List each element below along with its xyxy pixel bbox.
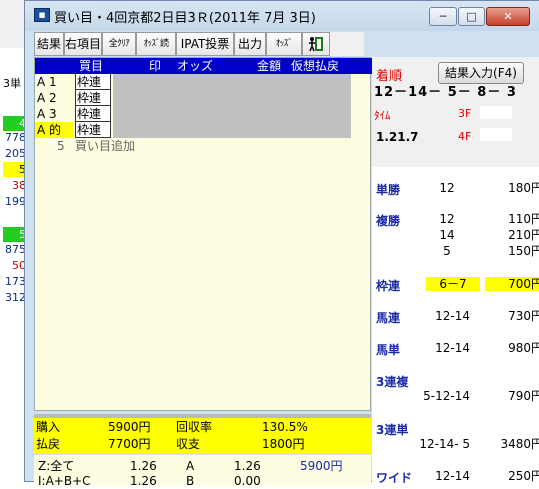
exacta-label: 馬単 [376, 343, 401, 357]
col-mark: 印 [149, 59, 162, 73]
quinella-label: 馬連 [376, 311, 401, 325]
last-3f-field[interactable] [480, 106, 512, 119]
finish-order: 12－14－ 5－ 8－ 3 [374, 85, 517, 100]
place-amount: 210円 [485, 228, 539, 242]
place-label: 複勝 [376, 214, 401, 228]
filter-odds: 1.26 [130, 459, 157, 473]
last-4f-label: 4F [458, 130, 472, 143]
bet-type[interactable]: 枠連 [75, 106, 111, 122]
bet-row[interactable]: A 1 枠連 [35, 74, 372, 90]
return-rate-value: 130.5% [262, 420, 308, 434]
bet-type[interactable]: 枠連 [75, 74, 111, 90]
wide-comb: 12-14 [435, 469, 470, 483]
detail-panel: Z:全て 1.26 A 1.26 5900円 I:A+B+C 1.26 B 0.… [34, 455, 371, 488]
payout-table: 単勝 12 180円 複勝 12 110円 14 210円 5 150円 枠連 … [372, 167, 539, 485]
place-amount: 110円 [485, 212, 539, 226]
exacta-comb: 12-14 [435, 341, 470, 355]
place-comb: 12 [439, 212, 455, 226]
app-icon[interactable]: ■ [34, 8, 50, 22]
finish-order-label: 着順 [376, 69, 403, 84]
summary-panel: 購入 5900円 回収率 130.5% 払戻 7700円 収支 1800円 [34, 414, 371, 454]
bet-type[interactable]: 枠連 [75, 90, 111, 106]
col-odds: オッズ [177, 59, 214, 73]
toolbar: 結果 右項目 全ｸﾘｱ ｵｯｽﾞ読 IPAT投票 出力 ｵｯｽﾞ [34, 32, 364, 56]
col-bet: 買目 [79, 59, 104, 73]
bracket-amount: 700円 [485, 277, 539, 291]
group-amount: 5900円 [300, 459, 343, 473]
result-panel: 着順 結果入力(F4) 12－14－ 5－ 8－ 3 ﾀｲﾑ 3F 1.21.7… [372, 57, 539, 485]
clear-all-button[interactable]: 全ｸﾘｱ [102, 32, 136, 56]
bet-row-hit[interactable]: A 的 枠連 [35, 122, 372, 138]
bet-mark: A 2 [37, 91, 57, 105]
window-title: 買い目・4回京都2日目3Ｒ(2011年 7月 3日) [54, 11, 316, 26]
payout-label: 払戻 [36, 437, 61, 451]
wide-amount: 250円 [485, 469, 539, 483]
output-button[interactable]: 出力 [234, 32, 266, 56]
bet-detail[interactable] [113, 90, 351, 106]
exacta-amount: 980円 [485, 341, 539, 355]
add-bet-label: 買い目追加 [75, 139, 136, 153]
bet-row[interactable]: A 2 枠連 [35, 90, 372, 106]
close-button[interactable]: ✕ [486, 7, 530, 26]
exit-button[interactable] [302, 32, 330, 56]
payout-value: 7700円 [108, 437, 151, 451]
purchase-value: 5900円 [108, 420, 151, 434]
quinella-amount: 730円 [485, 309, 539, 323]
last-3f-label: 3F [458, 107, 472, 120]
time-value: 1.21.7 [376, 130, 419, 144]
right-items-button[interactable]: 右項目 [64, 32, 102, 56]
add-row-number: 5 [57, 139, 65, 153]
win-label: 単勝 [376, 183, 401, 197]
bet-mark: A 的 [35, 122, 73, 138]
quinella-comb: 12-14 [435, 309, 470, 323]
win-amount: 180円 [485, 181, 539, 195]
ipat-vote-button[interactable]: IPAT投票 [176, 32, 234, 56]
last-4f-field[interactable] [480, 128, 512, 141]
trifecta-comb: 12-14- 5 [419, 437, 470, 451]
trifecta-amount: 3480円 [485, 437, 539, 451]
result-input-button[interactable]: 結果入力(F4) [438, 62, 524, 84]
win-comb: 12 [439, 181, 455, 195]
bet-window: ■ 買い目・4回京都2日目3Ｒ(2011年 7月 3日) ─ □ ✕ 結果 右項… [24, 0, 539, 488]
bet-row[interactable]: A 3 枠連 [35, 106, 372, 122]
bet-detail[interactable] [113, 106, 351, 122]
place-comb: 5 [443, 244, 451, 258]
return-rate-label: 回収率 [176, 420, 213, 434]
exit-door-icon [308, 36, 324, 52]
purchase-label: 購入 [36, 420, 61, 434]
group-mark: A [186, 459, 195, 473]
place-comb: 14 [439, 228, 455, 242]
bet-type[interactable]: 枠連 [75, 122, 111, 138]
col-amount: 金額 [257, 59, 282, 73]
maximize-button[interactable]: □ [458, 7, 485, 26]
balance-value: 1800円 [262, 437, 305, 451]
balance-label: 収支 [176, 437, 201, 451]
bracket-label: 枠連 [376, 279, 401, 293]
bet-mark: A 3 [37, 107, 57, 121]
trifecta-label: 3連単 [376, 423, 409, 437]
col-payout: 仮想払戻 [291, 59, 340, 73]
wide-label: ワイド [376, 471, 413, 485]
bet-detail[interactable] [113, 122, 351, 138]
trio-comb: 5-12-14 [423, 389, 470, 403]
time-label: ﾀｲﾑ [374, 109, 391, 122]
filter-label[interactable]: Z:全て [38, 459, 74, 474]
minimize-button[interactable]: ─ [429, 7, 457, 26]
bet-list-header: 買目 印 オッズ 金額 仮想払戻 [35, 58, 372, 74]
trio-label: 3連複 [376, 375, 409, 389]
title-bar[interactable]: ■ 買い目・4回京都2日目3Ｒ(2011年 7月 3日) ─ □ ✕ [25, 1, 539, 31]
place-amount: 150円 [485, 244, 539, 258]
trio-amount: 790円 [485, 389, 539, 403]
result-button[interactable]: 結果 [34, 32, 64, 56]
group-odds: 1.26 [234, 459, 261, 473]
bet-mark: A 1 [37, 75, 57, 89]
odds-button[interactable]: ｵｯｽﾞ [266, 32, 302, 56]
bet-detail[interactable] [113, 74, 351, 90]
read-odds-button[interactable]: ｵｯｽﾞ読 [136, 32, 176, 56]
bracket-comb: 6－7 [426, 277, 480, 291]
bet-list: 買目 印 オッズ 金額 仮想払戻 A 1 枠連 A 2 枠連 A 3 枠連 A … [34, 57, 372, 411]
